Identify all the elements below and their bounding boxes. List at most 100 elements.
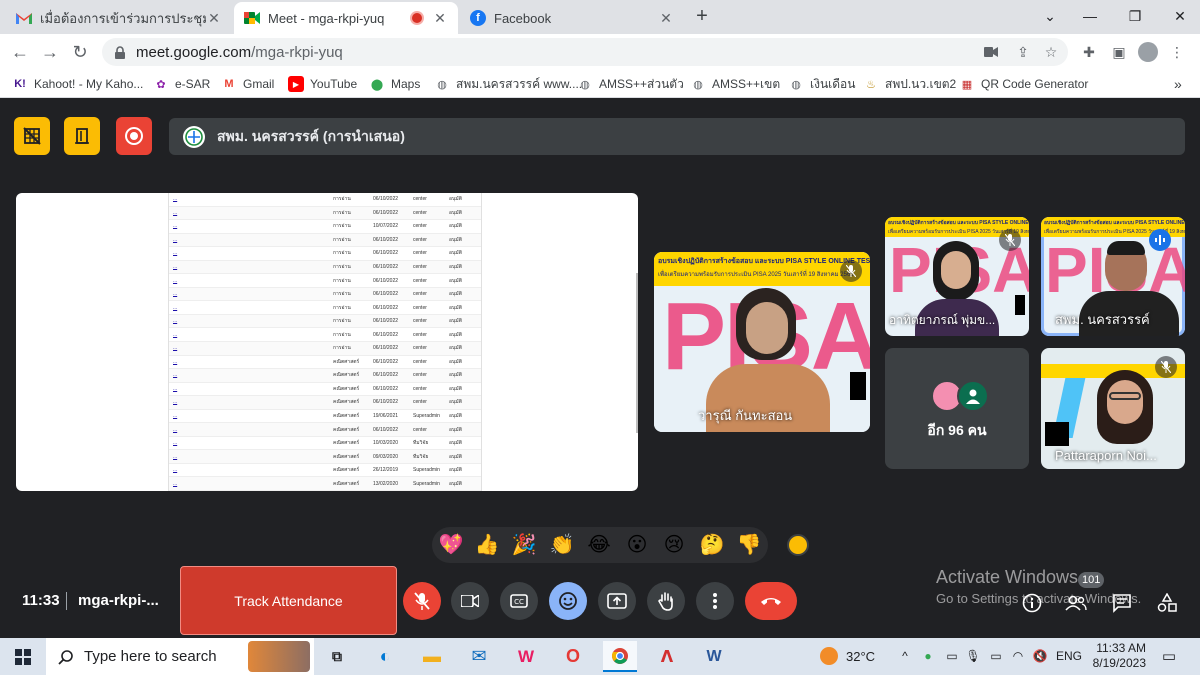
bookmark-salary[interactable]: ◍ เงินเดือน [788, 76, 855, 92]
table-cell-name[interactable]: ... [169, 223, 329, 229]
reaction-thinking[interactable]: 🤔 [699, 532, 725, 558]
minimize-button[interactable]: — [1070, 0, 1110, 32]
table-cell-name[interactable]: ... [169, 210, 329, 216]
more-options-button[interactable] [696, 582, 734, 620]
share-icon[interactable]: ⇪ [1014, 43, 1032, 61]
volume-muted-icon[interactable]: 🔇 [1032, 648, 1048, 664]
extensions-icon[interactable]: ✚ [1080, 43, 1098, 61]
reaction-party-popper[interactable]: 🎉 [511, 532, 537, 558]
bookmark-kahoot[interactable]: K! Kahoot! - My Kaho... [12, 76, 143, 92]
camera-in-use-icon[interactable] [982, 43, 1000, 61]
windows-start-icon[interactable] [6, 641, 40, 672]
table-cell-name[interactable]: ... [169, 399, 329, 405]
reaction-clapping[interactable]: 👏 [549, 532, 575, 558]
close-tab-icon[interactable]: ✕ [432, 10, 448, 27]
table-cell-name[interactable]: ... [169, 196, 329, 202]
tab-gmail[interactable]: เมื่อต้องการเข้าร่วมการประชุมทางวิดีโอ ✕ [6, 2, 232, 34]
file-explorer-icon[interactable]: ▬ [415, 641, 449, 672]
reactions-button[interactable] [549, 582, 587, 620]
opera-icon[interactable]: O [556, 641, 590, 672]
bookmark-amss-personal[interactable]: ◍ AMSS++ส่วนตัว [577, 76, 684, 92]
table-cell-name[interactable]: ... [169, 332, 329, 338]
tab-search-icon[interactable]: ⌄ [1030, 0, 1070, 32]
edge-icon[interactable]: ◐ [368, 641, 402, 672]
bookmarks-more-icon[interactable]: » [1174, 76, 1182, 92]
table-cell-name[interactable]: ... [169, 264, 329, 270]
table-cell-name[interactable]: ... [169, 345, 329, 351]
table-cell-name[interactable]: ... [169, 467, 329, 473]
participant-tile-pattaraporn[interactable]: Pattaraporn Noi... [1041, 348, 1185, 469]
table-cell-name[interactable]: ... [169, 413, 329, 419]
reaction-surprised[interactable]: 😮 [624, 532, 650, 558]
task-view-icon[interactable]: ⧉ [320, 641, 354, 672]
recording-button[interactable] [116, 117, 152, 155]
participant-tile-spm-nakhonsawan[interactable]: อบรมเชิงปฏิบัติการสร้างข้อสอบ และระบบ PI… [1041, 217, 1185, 336]
leave-call-button[interactable] [745, 582, 797, 620]
track-attendance-button[interactable]: Track Attendance [180, 566, 397, 635]
activities-button[interactable] [1155, 591, 1179, 615]
bookmark-qr[interactable]: ▦ QR Code Generator [959, 76, 1089, 92]
raise-hand-button[interactable] [647, 582, 685, 620]
microphone-icon[interactable]: 🎙 [965, 648, 980, 664]
reaction-thumbs-down[interactable]: 👎 [736, 532, 762, 558]
reaction-sparkling-heart[interactable]: 💖 [438, 532, 464, 558]
mic-toggle-button[interactable] [403, 582, 441, 620]
battery-icon[interactable]: ▭ [988, 648, 1004, 664]
network-share-icon[interactable]: ▭ [944, 648, 960, 664]
profile-avatar[interactable] [1138, 42, 1158, 62]
shared-screen[interactable]: ... การอ่าน 06/10/2022 center อนุมัติ... การอ… [16, 193, 638, 491]
close-tab-icon[interactable]: ✕ [658, 10, 674, 27]
table-cell-name[interactable]: ... [169, 305, 329, 311]
wifi-icon[interactable]: ◠ [1010, 648, 1026, 664]
table-cell-name[interactable]: ... [169, 250, 329, 256]
table-cell-name[interactable]: ... [169, 291, 329, 297]
close-window-button[interactable]: ✕ [1160, 0, 1200, 32]
bookmark-gmail[interactable]: M Gmail [221, 76, 274, 92]
no-caption-layout-button[interactable] [14, 117, 50, 155]
participant-tile-warunee[interactable]: อบรมเชิงปฏิบัติการสร้างข้อสอบ และระบบ PI… [654, 252, 870, 432]
table-cell-name[interactable]: ... [169, 427, 329, 433]
taskbar-search-box[interactable]: Type here to search [46, 638, 314, 675]
notification-icon[interactable]: ▭ [1160, 648, 1178, 665]
side-panel-icon[interactable]: ▣ [1110, 43, 1128, 61]
tray-expand-icon[interactable]: ^ [898, 648, 912, 664]
reload-icon[interactable]: ↻ [68, 40, 92, 64]
address-bar[interactable]: meet.google.com/mga-rkpi-yuq ⇪ ☆ [102, 38, 1068, 66]
bookmark-youtube[interactable]: ▶ YouTube [288, 76, 357, 92]
chrome-icon[interactable] [603, 641, 637, 672]
bookmark-amss-area[interactable]: ◍ AMSS++เขต [690, 76, 780, 92]
back-icon[interactable]: ← [8, 40, 32, 64]
captions-button[interactable]: CC [500, 582, 538, 620]
chat-button[interactable] [1110, 591, 1134, 615]
tray-app-icon[interactable]: ● [920, 648, 936, 664]
table-cell-name[interactable]: ... [169, 359, 329, 365]
input-language[interactable]: ENG [1056, 648, 1082, 664]
reaction-thumbs-up[interactable]: 👍 [474, 532, 500, 558]
people-button[interactable] [1064, 591, 1088, 615]
participant-tile-artitaya[interactable]: อบรมเชิงปฏิบัติการสร้างข้อสอบ และระบบ PI… [885, 217, 1029, 336]
close-tab-icon[interactable]: ✕ [206, 10, 222, 27]
present-screen-button[interactable] [598, 582, 636, 620]
table-cell-name[interactable]: ... [169, 237, 329, 243]
tab-meet[interactable]: Meet - mga-rkpi-yuq ✕ [234, 2, 458, 34]
presentation-layout-button[interactable] [64, 117, 100, 155]
table-cell-name[interactable]: ... [169, 386, 329, 392]
acrobat-icon[interactable]: ᐱ [650, 641, 684, 672]
forward-icon[interactable]: → [38, 40, 62, 64]
taskbar-clock[interactable]: 11:33 AM 8/19/2023 [1090, 641, 1146, 671]
table-cell-name[interactable]: ... [169, 454, 329, 460]
browser-menu-icon[interactable]: ⋮ [1168, 43, 1186, 61]
bookmark-maps[interactable]: ⬤ Maps [369, 76, 421, 92]
camera-toggle-button[interactable] [451, 582, 489, 620]
table-cell-name[interactable]: ... [169, 318, 329, 324]
wps-office-icon[interactable]: W [509, 641, 543, 672]
bookmark-esar[interactable]: ✿ e-SAR [153, 76, 210, 92]
restore-button[interactable]: ❐ [1115, 0, 1155, 32]
word-icon[interactable]: W [697, 641, 731, 672]
reaction-joy[interactable]: 😂 [586, 532, 612, 558]
bookmark-spm-nakhonsawan[interactable]: ◍ สพม.นครสวรรค์ www.... [434, 76, 582, 92]
table-cell-name[interactable]: ... [169, 372, 329, 378]
table-cell-name[interactable]: ... [169, 278, 329, 284]
tab-facebook[interactable]: f Facebook ✕ [460, 2, 684, 34]
skin-tone-picker[interactable] [787, 534, 809, 556]
